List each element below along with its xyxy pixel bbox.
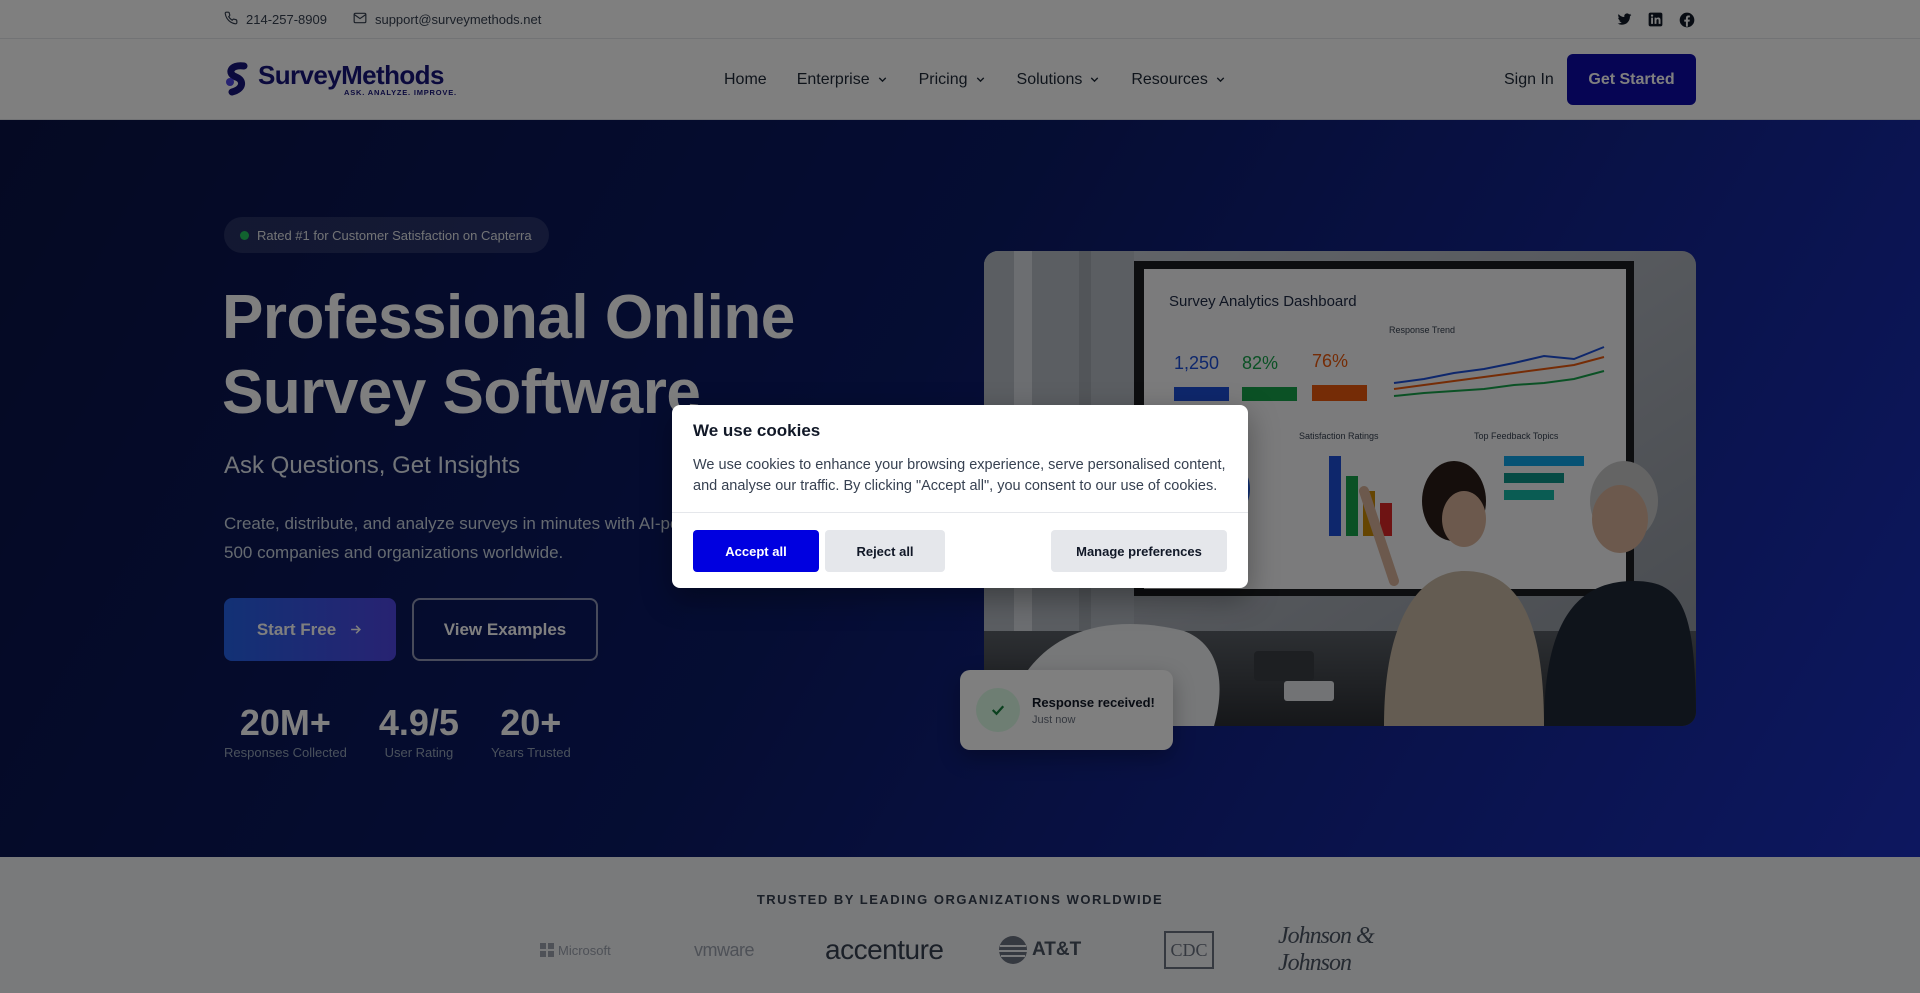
reject-all-button[interactable]: Reject all xyxy=(825,530,945,572)
manage-preferences-button[interactable]: Manage preferences xyxy=(1051,530,1227,572)
cookie-consent-dialog: We use cookies We use cookies to enhance… xyxy=(672,405,1248,588)
dialog-divider xyxy=(672,512,1248,513)
accept-all-button[interactable]: Accept all xyxy=(693,530,819,572)
cookie-message: We use cookies to enhance your browsing … xyxy=(693,457,1226,494)
cookie-title: We use cookies xyxy=(693,421,821,440)
